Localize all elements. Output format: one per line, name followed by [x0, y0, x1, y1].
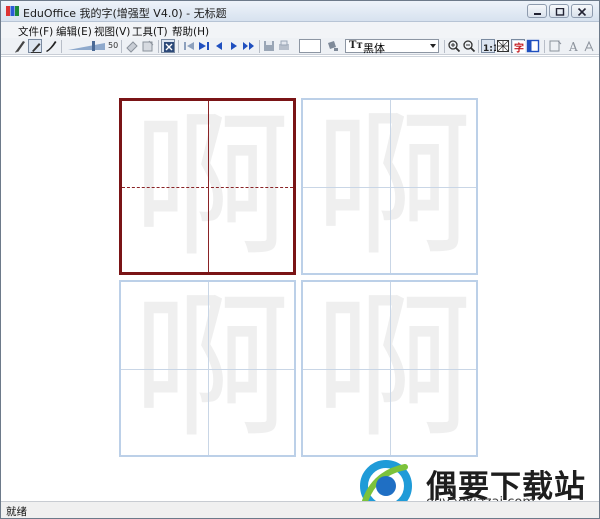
close-button[interactable] [571, 4, 593, 18]
svg-text:A: A [568, 40, 578, 53]
pen-size-value: 50 [108, 41, 119, 50]
paint-icon[interactable] [325, 39, 339, 53]
sample-char-icon[interactable]: 字 [511, 39, 525, 55]
toolbar-separator [178, 40, 179, 53]
horizontal-guide-line [122, 186, 293, 188]
layout-icon[interactable] [526, 39, 540, 53]
font-type-icon: Tт [349, 40, 363, 51]
app-logo-icon [6, 5, 19, 17]
svg-text:字: 字 [514, 42, 524, 55]
menu-edit[interactable]: 编辑(E) [56, 24, 92, 39]
calligraphy-brush-icon[interactable] [44, 39, 58, 53]
actual-size-icon[interactable]: 1:1 [481, 39, 496, 54]
pen-size-slider[interactable] [67, 41, 107, 51]
toolbar-separator [158, 40, 159, 53]
chevron-down-icon [430, 44, 436, 48]
writing-canvas[interactable]: 啊 啊 啊 啊 [1, 56, 599, 501]
zoom-in-icon[interactable] [447, 39, 461, 53]
toolbar: 50 Tт 黑体 1:1 字 A [1, 38, 599, 55]
font-color-icon[interactable] [548, 39, 562, 53]
menu-bar: 文件(F) 编辑(E) 视图(V) 工具(T) 帮助(H) [1, 22, 599, 38]
maximize-button[interactable] [549, 4, 569, 18]
menu-view[interactable]: 视图(V) [94, 24, 130, 39]
toolbar-separator [61, 40, 62, 53]
menu-tools[interactable]: 工具(T) [132, 24, 168, 39]
end-icon[interactable] [242, 39, 256, 53]
eraser-icon[interactable] [125, 39, 139, 53]
writing-cell-active[interactable]: 啊 [119, 98, 296, 275]
menu-help[interactable]: 帮助(H) [172, 24, 209, 39]
clear-icon[interactable] [141, 39, 155, 53]
toolbar-separator [478, 40, 479, 53]
app-window: EduOffice 我的字(增强型 V4.0) - 无标题 文件(F) 编辑(E… [0, 0, 600, 519]
writing-cell[interactable]: 啊 [301, 98, 478, 275]
writing-cell[interactable]: 啊 [301, 280, 478, 457]
font-size-icon[interactable] [583, 39, 597, 53]
window-title: EduOffice 我的字(增强型 V4.0) - 无标题 [23, 7, 227, 20]
horizontal-guide-line [303, 186, 476, 188]
last-icon[interactable] [197, 39, 211, 53]
brush-icon[interactable] [28, 39, 42, 53]
font-select-value: 黑体 [363, 42, 385, 55]
horizontal-guide-line [121, 368, 294, 370]
page-number-input[interactable] [299, 39, 321, 53]
zoom-out-icon[interactable] [462, 39, 476, 53]
toolbar-separator [444, 40, 445, 53]
status-bar: 就绪 [1, 501, 599, 518]
title-bar[interactable]: EduOffice 我的字(增强型 V4.0) - 无标题 [1, 1, 599, 22]
toolbar-separator [121, 40, 122, 53]
menu-file[interactable]: 文件(F) [18, 24, 53, 39]
pencil-icon[interactable] [13, 39, 27, 53]
next-icon[interactable] [227, 39, 241, 53]
toolbar-separator [259, 40, 260, 53]
text-icon[interactable]: A [567, 39, 581, 53]
prev-icon[interactable] [212, 39, 226, 53]
print-icon[interactable] [277, 39, 291, 53]
svg-text:1:1: 1:1 [483, 44, 496, 54]
first-icon[interactable] [182, 39, 196, 53]
stroke-order-icon[interactable] [161, 39, 175, 53]
font-select[interactable]: Tт 黑体 [345, 39, 439, 55]
status-text: 就绪 [6, 506, 27, 518]
toolbar-separator [544, 40, 545, 53]
grid-icon[interactable] [496, 39, 510, 53]
minimize-button[interactable] [527, 4, 547, 18]
writing-cell[interactable]: 啊 [119, 280, 296, 457]
save-icon[interactable] [262, 39, 276, 53]
horizontal-guide-line [303, 368, 476, 370]
